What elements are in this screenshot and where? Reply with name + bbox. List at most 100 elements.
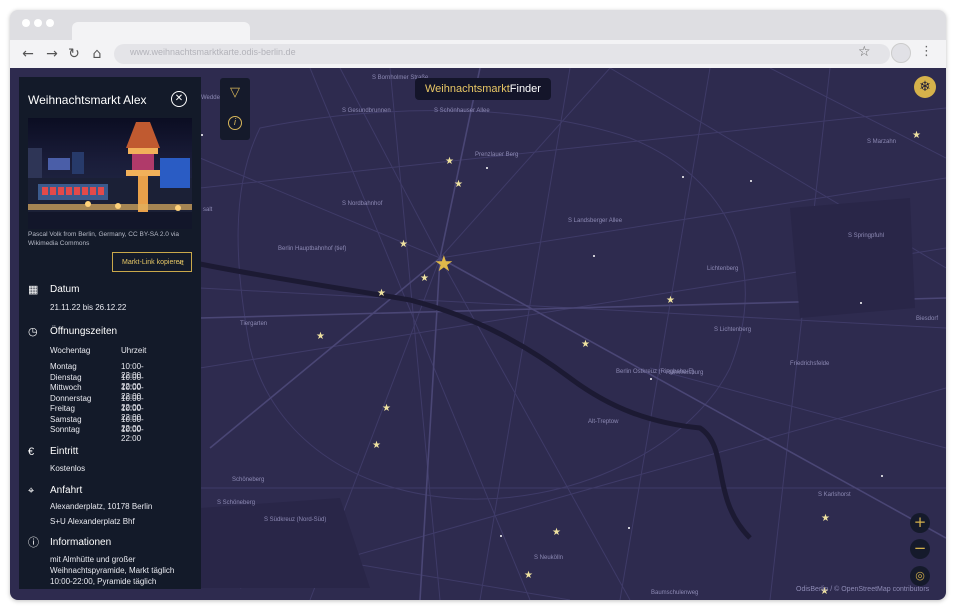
map-label-slichtenberg: S Lichtenberg [714,327,752,333]
market-marker[interactable]: ★ [524,571,533,581]
market-marker[interactable]: ★ [454,180,463,190]
browser-titlebar [10,10,946,42]
map-label-sschoeneberg: S Schöneberg [217,500,256,506]
map-label-gesundbrunnen: S Gesundbrunnen [342,108,391,114]
window-minimize-dot[interactable] [34,19,42,27]
map-tools: ▽ i [220,78,250,140]
hours-day: Montag [50,362,77,371]
map-label-rummelsburg: Rummelsburg [666,370,704,376]
entry-heading: Eintritt [50,446,79,457]
forward-icon[interactable]: → [42,44,62,64]
reload-icon[interactable]: ↻ [64,44,84,64]
copy-link-label: Markt-Link kopieren [122,259,184,266]
map-label-prenzlauer: Prenzlauer Berg [475,152,519,158]
snow-dot [201,134,203,136]
map-label-biesdorf: Biesdorf [916,316,939,322]
app-title: WeihnachtsmarktFinder [415,78,551,100]
snow-dot [881,475,883,477]
date-value: 21.11.22 bis 26.12.22 [50,303,127,312]
info-heading: Informationen [50,537,112,548]
hours-day: Samstag [50,414,82,424]
more-menu-icon[interactable]: ⋮ [920,44,933,59]
map-label-alttreptow: Alt-Treptow [588,419,619,425]
url-text: www.weihnachtsmarktkarte.odis-berlin.de [130,47,296,57]
market-marker[interactable]: ★ [821,514,830,524]
window-close-dot[interactable] [22,19,30,27]
snow-dot [593,255,595,257]
market-marker[interactable]: ★ [382,404,391,414]
copy-link-button[interactable]: Markt-Link kopieren < [112,252,192,272]
travel-address: Alexanderplatz, 10178 Berlin [50,502,153,511]
snow-dot [500,535,502,537]
zoom-out-icon[interactable]: − [910,539,930,559]
hours-time: 10:00-22:00 [121,425,144,443]
map-label-baumschulenweg: Baumschulenweg [651,590,699,596]
map-attribution: OdisBerlin / © OpenStreetMap contributor… [796,586,930,593]
app-title-part1: Weihnachtsmarkt [425,83,510,95]
market-marker[interactable]: ★ [316,332,325,342]
hours-col-day: Wochentag [50,346,91,355]
market-marker-selected[interactable]: ★ [434,254,454,276]
travel-station: S+U Alexanderplatz Bhf [50,517,135,526]
map-label-schoeneberg: Schöneberg [232,477,265,483]
market-detail-panel: Weihnachtsmarkt Alex ✕ Pascal Volk from … [19,77,201,589]
back-icon[interactable]: ← [18,44,38,64]
hours-day: Freitag [50,404,75,413]
locate-icon[interactable]: ◎ [910,566,930,586]
bookmark-star-icon[interactable]: ☆ [858,44,871,60]
panel-title: Weihnachtsmarkt Alex [28,93,147,107]
profile-avatar[interactable] [891,43,911,63]
hours-day: Dienstag [50,372,82,382]
browser-tab[interactable] [72,22,250,42]
market-marker[interactable]: ★ [377,289,386,299]
hours-day: Sonntag [50,425,80,434]
browser-toolbar: ← → ↻ ⌂ www.weihnachtsmarktkarte.odis-be… [10,40,946,68]
calendar-icon: ▦ [28,284,39,296]
map-label-schoenhauser: S Schönhauser Allee [434,108,490,114]
map-canvas[interactable]: S Bornholmer Straße S Gesundbrunnen S Sc… [10,68,946,600]
photo-caption: Pascal Volk from Berlin, Germany, CC BY-… [28,231,180,247]
map-label-lichtenberg: Lichtenberg [707,266,739,272]
market-marker[interactable]: ★ [666,296,675,306]
hours-day: Mittwoch [50,383,82,392]
close-icon[interactable]: ✕ [171,91,187,107]
window-maximize-dot[interactable] [46,19,54,27]
map-label-nordbahnhof: S Nordbahnhof [342,201,383,207]
map-label-wedding: Wedde [201,95,220,101]
hours-day: Donnerstag [50,393,92,403]
address-bar[interactable]: www.weihnachtsmarktkarte.odis-berlin.de [114,44,890,64]
snow-dot [860,302,862,304]
market-marker[interactable]: ★ [399,240,408,250]
info-circle-icon: ⓘ [28,537,39,549]
snow-dot [628,527,630,529]
market-marker[interactable]: ★ [372,441,381,451]
map-label-tiergarten: Tiergarten [240,321,268,327]
map-label-suedkreuz: S Südkreuz (Nord-Süd) [264,517,327,523]
market-marker[interactable]: ★ [420,274,429,284]
euro-icon: € [28,446,35,458]
share-icon: < [178,258,184,268]
home-icon[interactable]: ⌂ [87,44,107,64]
filter-icon[interactable]: ▽ [227,85,243,101]
market-marker[interactable]: ★ [552,528,561,538]
map-label-landsberger: S Landsberger Allee [568,218,623,224]
info-line-2: Weihnachtspyramide, Markt täglich [50,566,175,575]
map-label-friedrichsfelde: Friedrichsfelde [790,361,830,367]
info-icon[interactable]: i [228,116,242,130]
browser-window: ← → ↻ ⌂ www.weihnachtsmarktkarte.odis-be… [10,10,946,600]
snow-dot [650,378,652,380]
map-label-karlshorst: S Karlshorst [818,492,851,498]
market-marker[interactable]: ★ [445,157,454,167]
map-label-neukoelln: S Neukölln [534,555,564,561]
snow-dot [486,167,488,169]
entry-value: Kostenlos [50,464,86,473]
hours-col-time: Uhrzeit [121,346,147,355]
snowflake-icon[interactable]: ❄ [914,76,936,98]
market-marker[interactable]: ★ [581,340,590,350]
zoom-in-icon[interactable]: + [910,513,930,533]
date-heading: Datum [50,284,80,295]
app-title-part2: Finder [509,83,541,95]
info-line-1: mit Almhütte und großer [50,555,136,564]
market-marker[interactable]: ★ [912,131,921,141]
hours-heading: Öffnungszeiten [50,326,118,337]
